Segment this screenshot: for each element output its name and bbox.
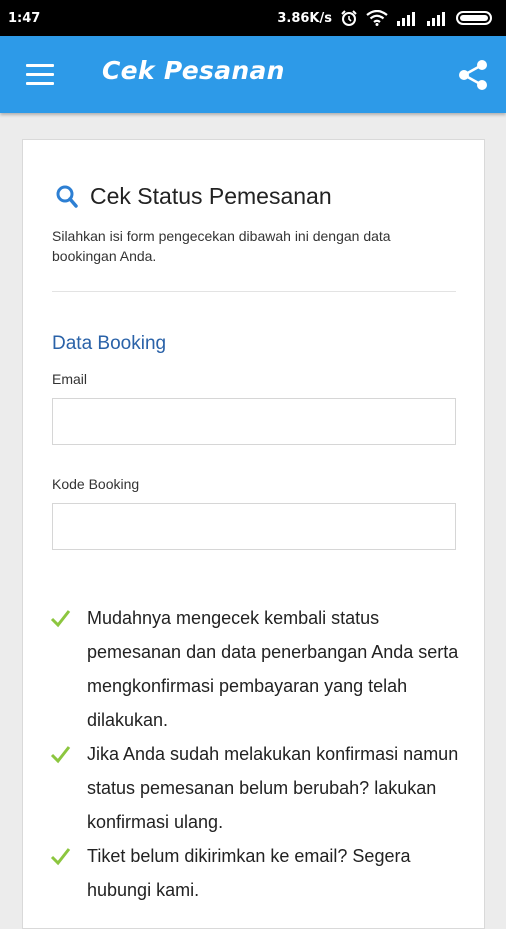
status-icons: 3.86K/s (277, 9, 496, 27)
checkmark-icon (50, 746, 71, 764)
check-status-header: Cek Status Pemesanan (56, 183, 332, 210)
check-status-card: Cek Status Pemesanan Silahkan isi form p… (22, 139, 485, 929)
benefit-text: Jika Anda sudah melakukan konfirmasi nam… (87, 744, 459, 832)
search-icon (56, 185, 78, 208)
app-title: Cek Pesanan (102, 56, 285, 85)
benefit-item: Jika Anda sudah melakukan konfirmasi nam… (49, 737, 469, 839)
check-status-title: Cek Status Pemesanan (90, 183, 332, 209)
benefit-item: Mudahnya mengecek kembali status pemesan… (49, 601, 469, 737)
benefit-text: Tiket belum dikirimkan ke email? Segera … (87, 846, 411, 900)
booking-code-field[interactable] (52, 503, 456, 550)
booking-code-label: Kode Booking (52, 476, 140, 492)
email-field[interactable] (52, 398, 456, 445)
alarm-clock-icon (341, 10, 357, 26)
battery-icon (456, 11, 492, 25)
checkmark-icon (50, 848, 71, 866)
status-time: 1:47 (8, 10, 41, 26)
network-speed: 3.86K/s (277, 10, 332, 26)
share-icon[interactable] (455, 57, 491, 93)
status-bar: 1:47 3.86K/s (0, 0, 506, 36)
data-booking-title: Data Booking (52, 333, 167, 354)
checkmark-icon (50, 610, 71, 628)
app-bar: Cek Pesanan (0, 36, 506, 113)
benefit-item: Tiket belum dikirimkan ke email? Segera … (49, 839, 469, 907)
hamburger-menu-icon[interactable] (26, 64, 54, 86)
benefits-list: Mudahnya mengecek kembali status pemesan… (49, 601, 469, 907)
wifi-icon (366, 10, 388, 26)
signal-bars-icon-2 (427, 12, 445, 26)
divider (52, 291, 456, 292)
signal-bars-icon (397, 12, 415, 26)
benefit-text: Mudahnya mengecek kembali status pemesan… (87, 608, 459, 730)
check-status-description: Silahkan isi form pengecekan dibawah ini… (52, 228, 391, 264)
email-label: Email (52, 371, 88, 387)
